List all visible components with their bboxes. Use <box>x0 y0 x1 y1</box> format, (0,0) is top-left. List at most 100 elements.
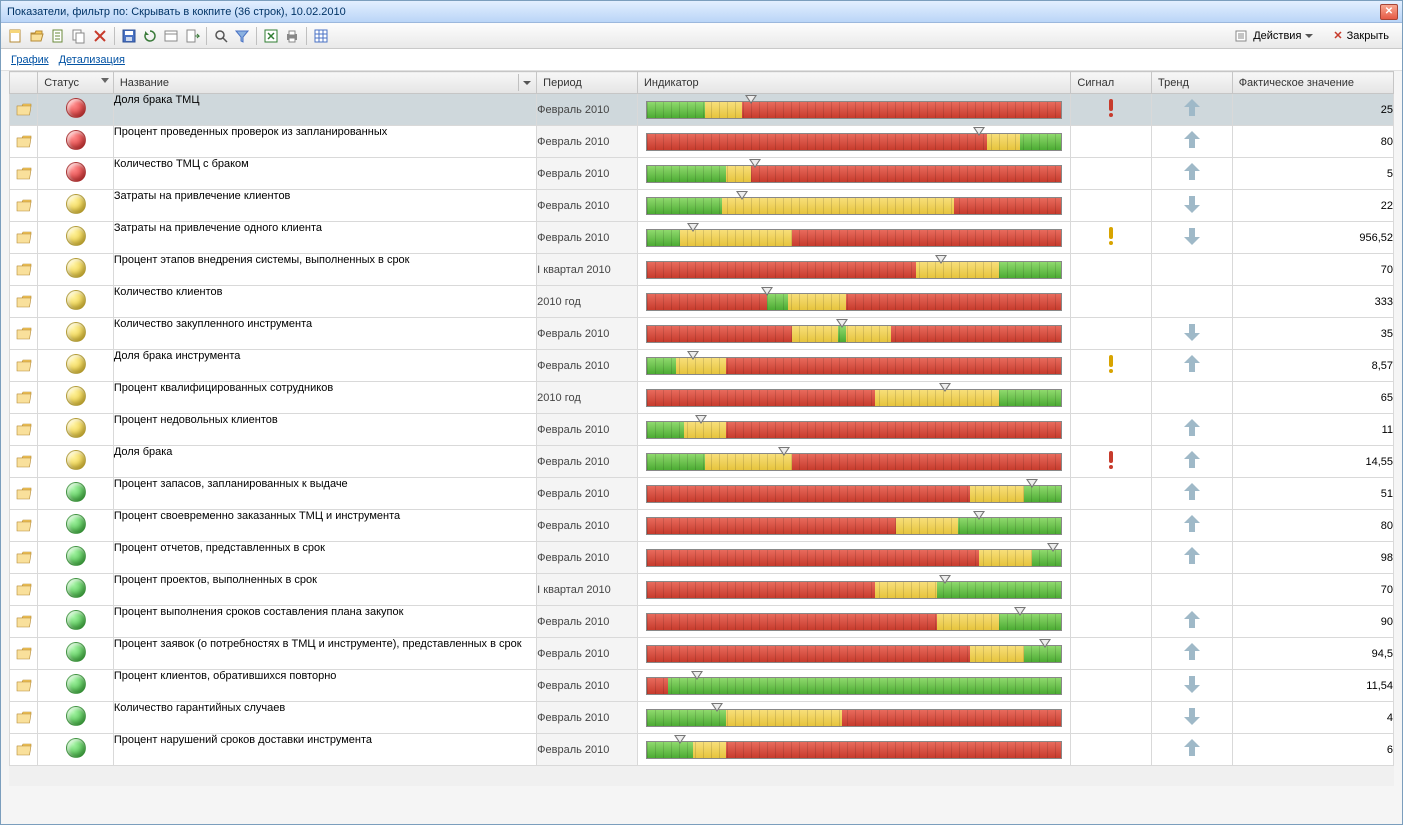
table-row[interactable]: Процент выполнения сроков составления пл… <box>10 606 1394 638</box>
row-folder-icon[interactable] <box>10 318 38 350</box>
search-icon[interactable] <box>212 27 230 45</box>
row-folder-icon[interactable] <box>10 670 38 702</box>
open-icon[interactable] <box>28 27 46 45</box>
filter-icon[interactable] <box>233 27 251 45</box>
edit-icon[interactable] <box>49 27 67 45</box>
signal-yellow-icon <box>1108 227 1114 245</box>
col-header-signal[interactable]: Сигнал <box>1071 72 1152 94</box>
table-row[interactable]: Процент квалифицированных сотрудников201… <box>10 382 1394 414</box>
actions-dropdown[interactable]: Действия <box>1228 26 1320 46</box>
col-header-name[interactable]: Название <box>113 72 536 94</box>
value-cell: 11 <box>1232 414 1393 446</box>
link-detail[interactable]: Детализация <box>59 54 125 66</box>
row-folder-icon[interactable] <box>10 638 38 670</box>
table-row[interactable]: Процент проведенных проверок из запланир… <box>10 126 1394 158</box>
window-close-button[interactable]: ✕ <box>1380 4 1398 20</box>
row-folder-icon[interactable] <box>10 126 38 158</box>
table-row[interactable]: Доля брака ТМЦФевраль 201025 <box>10 94 1394 126</box>
table-row[interactable]: Затраты на привлечение клиентовФевраль 2… <box>10 190 1394 222</box>
refresh-icon[interactable] <box>141 27 159 45</box>
indicator-bar <box>646 645 1062 663</box>
row-folder-icon[interactable] <box>10 446 38 478</box>
signal-cell <box>1071 606 1152 638</box>
status-cell <box>38 222 114 254</box>
excel-icon[interactable] <box>262 27 280 45</box>
table-row[interactable]: Доля брака инструментаФевраль 20108,57 <box>10 350 1394 382</box>
zone-green <box>647 422 684 438</box>
name-cell: Процент этапов внедрения системы, выполн… <box>113 254 536 286</box>
table-row[interactable]: Процент своевременно заказанных ТМЦ и ин… <box>10 510 1394 542</box>
name-cell: Процент заявок (о потребностях в ТМЦ и и… <box>113 638 536 670</box>
row-folder-icon[interactable] <box>10 606 38 638</box>
row-folder-icon[interactable] <box>10 254 38 286</box>
status-cell <box>38 670 114 702</box>
properties-icon[interactable] <box>162 27 180 45</box>
column-dropdown-icon[interactable] <box>518 74 534 91</box>
table-row[interactable]: Процент запасов, запланированных к выдач… <box>10 478 1394 510</box>
save-icon[interactable] <box>120 27 138 45</box>
copy-icon[interactable] <box>70 27 88 45</box>
table-row[interactable]: Процент этапов внедрения системы, выполн… <box>10 254 1394 286</box>
row-folder-icon[interactable] <box>10 222 38 254</box>
new-icon[interactable] <box>7 27 25 45</box>
value-cell: 8,57 <box>1232 350 1393 382</box>
indicator-marker <box>695 415 707 424</box>
row-folder-icon[interactable] <box>10 158 38 190</box>
grid-icon[interactable] <box>312 27 330 45</box>
row-folder-icon[interactable] <box>10 574 38 606</box>
signal-cell <box>1071 158 1152 190</box>
row-folder-icon[interactable] <box>10 542 38 574</box>
link-chart[interactable]: График <box>11 54 49 66</box>
row-folder-icon[interactable] <box>10 190 38 222</box>
period-cell: Февраль 2010 <box>537 318 638 350</box>
table-row[interactable]: Процент клиентов, обратившихся повторноФ… <box>10 670 1394 702</box>
close-button[interactable]: ✕ Закрыть <box>1326 26 1396 45</box>
delete-icon[interactable] <box>91 27 109 45</box>
signal-cell <box>1071 318 1152 350</box>
zone-yellow <box>705 102 742 118</box>
col-header-period[interactable]: Период <box>537 72 638 94</box>
col-header-value[interactable]: Фактическое значение <box>1232 72 1393 94</box>
row-folder-icon[interactable] <box>10 382 38 414</box>
table-row[interactable]: Процент отчетов, представленных в срокФе… <box>10 542 1394 574</box>
col-header-status[interactable]: Статус <box>38 72 114 94</box>
table-row[interactable]: Затраты на привлечение одного клиентаФев… <box>10 222 1394 254</box>
table-row[interactable]: Процент нарушений сроков доставки инстру… <box>10 734 1394 766</box>
zone-green <box>767 294 788 310</box>
status-cell <box>38 382 114 414</box>
zone-yellow <box>875 390 999 406</box>
signal-cell <box>1071 478 1152 510</box>
row-folder-icon[interactable] <box>10 94 38 126</box>
table-row[interactable]: Количество клиентов2010 год333 <box>10 286 1394 318</box>
export-icon[interactable] <box>183 27 201 45</box>
status-cell <box>38 190 114 222</box>
row-folder-icon[interactable] <box>10 510 38 542</box>
zone-red <box>647 678 668 694</box>
col-header-folder[interactable] <box>10 72 38 94</box>
table-row[interactable]: Процент проектов, выполненных в срокI кв… <box>10 574 1394 606</box>
table-row[interactable]: Доля бракаФевраль 201014,55 <box>10 446 1394 478</box>
grid-scroll[interactable]: Статус Название Период Индикатор Сигнал … <box>1 71 1402 824</box>
print-icon[interactable] <box>283 27 301 45</box>
table-row[interactable]: Количество закупленного инструментаФевра… <box>10 318 1394 350</box>
table-row[interactable]: Количество ТМЦ с бракомФевраль 20105 <box>10 158 1394 190</box>
status-cell <box>38 478 114 510</box>
zone-yellow <box>788 294 846 310</box>
indicator-cell <box>637 222 1070 254</box>
zone-red <box>647 262 916 278</box>
indicator-marker <box>939 383 951 392</box>
row-folder-icon[interactable] <box>10 286 38 318</box>
row-folder-icon[interactable] <box>10 734 38 766</box>
table-row[interactable]: Процент заявок (о потребностях в ТМЦ и и… <box>10 638 1394 670</box>
actions-label: Действия <box>1253 30 1301 42</box>
trend-cell <box>1152 158 1233 190</box>
table-row[interactable]: Процент недовольных клиентовФевраль 2010… <box>10 414 1394 446</box>
col-header-trend[interactable]: Тренд <box>1152 72 1233 94</box>
row-folder-icon[interactable] <box>10 702 38 734</box>
table-row[interactable]: Количество гарантийных случаевФевраль 20… <box>10 702 1394 734</box>
col-header-indicator[interactable]: Индикатор <box>637 72 1070 94</box>
row-folder-icon[interactable] <box>10 350 38 382</box>
period-cell: Февраль 2010 <box>537 702 638 734</box>
row-folder-icon[interactable] <box>10 478 38 510</box>
row-folder-icon[interactable] <box>10 414 38 446</box>
